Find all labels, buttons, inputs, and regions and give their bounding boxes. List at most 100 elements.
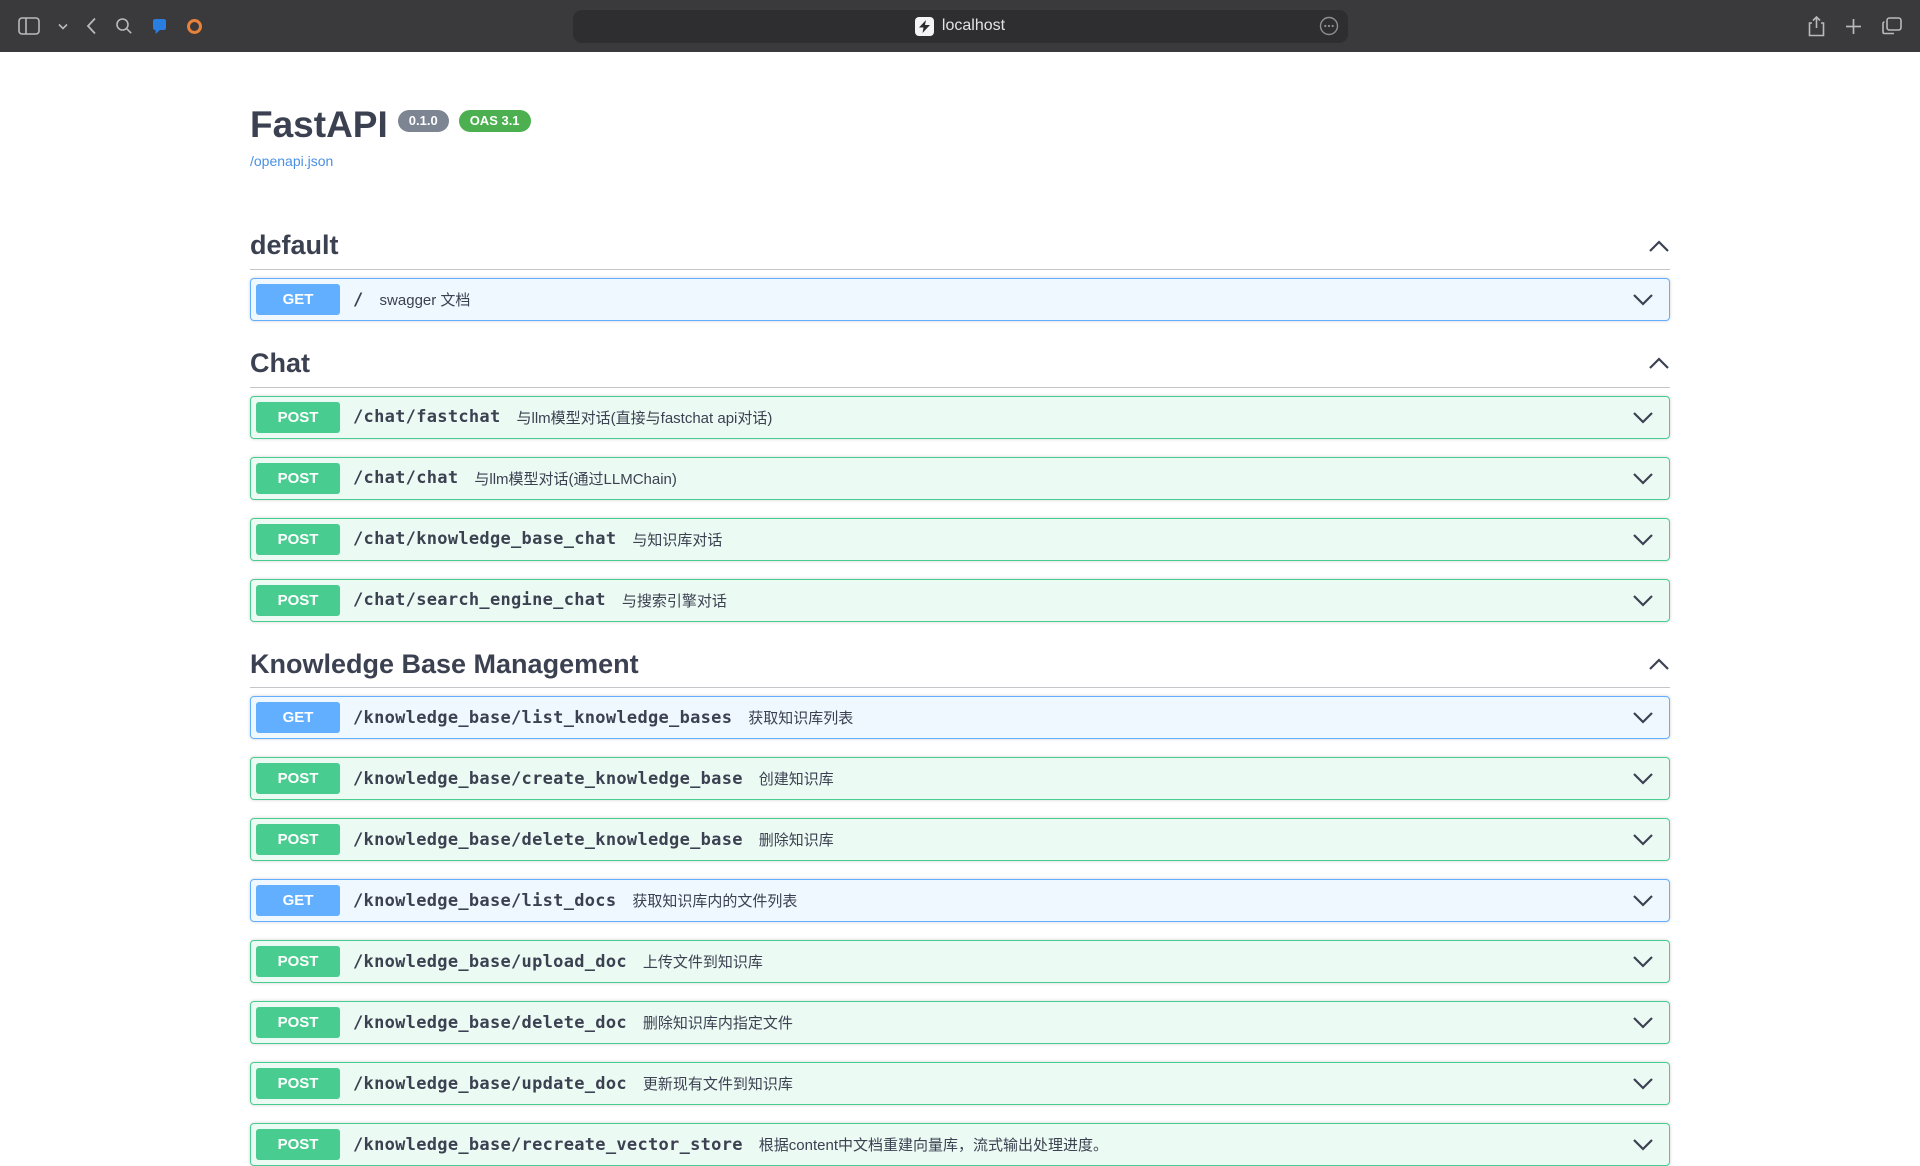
operation-summary: 删除知识库内指定文件 (643, 1012, 793, 1033)
section-header-chat[interactable]: Chat (250, 339, 1670, 388)
chevron-down-icon (1632, 472, 1654, 485)
method-badge: POST (256, 1007, 340, 1038)
operation-path: /knowledge_base/delete_knowledge_base (353, 830, 743, 850)
chevron-down-icon (1632, 955, 1654, 968)
operation-row[interactable]: GET /knowledge_base/list_knowledge_bases… (250, 696, 1670, 739)
operation-row[interactable]: GET /knowledge_base/list_docs 获取知识库内的文件列… (250, 879, 1670, 922)
operation-summary: 创建知识库 (759, 768, 834, 789)
method-badge: POST (256, 463, 340, 494)
operation-path: /knowledge_base/recreate_vector_store (353, 1135, 743, 1155)
search-icon (115, 17, 133, 35)
api-info: FastAPI 0.1.0 OAS 3.1 /openapi.json (250, 103, 1670, 171)
operation-row[interactable]: POST /chat/fastchat 与llm模型对话(直接与fastchat… (250, 396, 1670, 439)
operation-row[interactable]: POST /knowledge_base/update_doc 更新现有文件到知… (250, 1062, 1670, 1105)
sidebar-icon (18, 17, 40, 35)
method-badge: GET (256, 284, 340, 315)
chevron-down-icon (1632, 711, 1654, 724)
section-header-knowledge-base-management[interactable]: Knowledge Base Management (250, 640, 1670, 689)
sidebar-menu-button[interactable] (58, 23, 68, 30)
operation-path: /knowledge_base/list_docs (353, 891, 616, 911)
operation-row[interactable]: POST /chat/knowledge_base_chat 与知识库对话 (250, 518, 1670, 561)
method-badge: POST (256, 402, 340, 433)
version-badge: 0.1.0 (398, 110, 449, 132)
operation-row[interactable]: GET / swagger 文档 (250, 278, 1670, 321)
page-menu-icon[interactable] (1319, 16, 1339, 36)
operation-summary: 与llm模型对话(直接与fastchat api对话) (517, 407, 773, 428)
operation-row[interactable]: POST /knowledge_base/create_knowledge_ba… (250, 757, 1670, 800)
method-badge: POST (256, 524, 340, 555)
operation-summary: 删除知识库 (759, 829, 834, 850)
method-badge: POST (256, 1129, 340, 1160)
search-button[interactable] (115, 17, 133, 35)
browser-chrome: localhost (0, 0, 1920, 52)
operation-path: /chat/chat (353, 468, 458, 488)
chevron-down-icon (58, 23, 68, 30)
back-icon (86, 17, 97, 35)
site-favicon-icon (915, 17, 934, 36)
sidebar-toggle-button[interactable] (18, 17, 40, 35)
operation-summary: 获取知识库内的文件列表 (632, 890, 797, 911)
method-badge: POST (256, 1068, 340, 1099)
operation-path: /knowledge_base/list_knowledge_bases (353, 708, 732, 728)
method-badge: POST (256, 946, 340, 977)
operation-summary: swagger 文档 (380, 289, 471, 310)
operation-path: /knowledge_base/update_doc (353, 1074, 627, 1094)
chevron-down-icon (1632, 833, 1654, 846)
operation-summary: 更新现有文件到知识库 (643, 1073, 793, 1094)
operation-row[interactable]: POST /chat/search_engine_chat 与搜索引擎对话 (250, 579, 1670, 622)
chevron-down-icon (1632, 1077, 1654, 1090)
back-button[interactable] (86, 17, 97, 35)
oas-badge: OAS 3.1 (459, 110, 531, 132)
chevron-down-icon (1632, 1138, 1654, 1151)
chevron-down-icon (1632, 1016, 1654, 1029)
operation-row[interactable]: POST /knowledge_base/upload_doc 上传文件到知识库 (250, 940, 1670, 983)
operation-path: /chat/fastchat (353, 407, 501, 427)
operation-path: /knowledge_base/upload_doc (353, 952, 627, 972)
chevron-down-icon (1632, 772, 1654, 785)
blue-extension-button[interactable] (151, 18, 168, 35)
operation-row[interactable]: POST /knowledge_base/recreate_vector_sto… (250, 1123, 1670, 1166)
url-bar[interactable]: localhost (573, 10, 1348, 43)
section-header-default[interactable]: default (250, 221, 1670, 270)
operation-path: /chat/search_engine_chat (353, 590, 606, 610)
operation-summary: 上传文件到知识库 (643, 951, 763, 972)
share-icon (1808, 16, 1825, 37)
section-title: default (250, 231, 339, 261)
url-text: localhost (942, 17, 1005, 35)
chevron-down-icon (1632, 894, 1654, 907)
new-tab-button[interactable] (1845, 18, 1862, 35)
section-default: default GET / swagger 文档 (250, 221, 1670, 321)
api-title: FastAPI (250, 103, 388, 147)
chevron-down-icon (1632, 594, 1654, 607)
operation-row[interactable]: POST /chat/chat 与llm模型对话(通过LLMChain) (250, 457, 1670, 500)
operation-summary: 与llm模型对话(通过LLMChain) (474, 468, 677, 489)
method-badge: GET (256, 702, 340, 733)
operation-summary: 获取知识库列表 (748, 707, 853, 728)
chevron-down-icon (1632, 533, 1654, 546)
toolbar-left (18, 0, 203, 52)
section-chat: Chat POST /chat/fastchat 与llm模型对话(直接与fas… (250, 339, 1670, 622)
method-badge: POST (256, 824, 340, 855)
operation-summary: 与知识库对话 (632, 529, 722, 550)
openapi-json-link[interactable]: /openapi.json (250, 153, 333, 169)
new-tab-icon (1845, 18, 1862, 35)
chevron-up-icon (1648, 357, 1670, 370)
swagger-ui: FastAPI 0.1.0 OAS 3.1 /openapi.json defa… (250, 52, 1670, 1166)
operation-path: / (353, 290, 364, 310)
tab-overview-icon (1882, 17, 1902, 35)
tab-overview-button[interactable] (1882, 17, 1902, 35)
section-title: Knowledge Base Management (250, 650, 639, 680)
operation-path: /chat/knowledge_base_chat (353, 529, 616, 549)
toolbar-right (1808, 0, 1902, 52)
chevron-down-icon (1632, 293, 1654, 306)
orange-extension-button[interactable] (186, 18, 203, 35)
section-knowledge-base-management: Knowledge Base Management GET /knowledge… (250, 640, 1670, 1166)
share-button[interactable] (1808, 16, 1825, 37)
operation-summary: 根据content中文档重建向量库，流式输出处理进度。 (759, 1134, 1108, 1155)
operation-row[interactable]: POST /knowledge_base/delete_knowledge_ba… (250, 818, 1670, 861)
chevron-up-icon (1648, 240, 1670, 253)
section-title: Chat (250, 349, 310, 379)
operation-path: /knowledge_base/delete_doc (353, 1013, 627, 1033)
chevron-up-icon (1648, 658, 1670, 671)
operation-row[interactable]: POST /knowledge_base/delete_doc 删除知识库内指定… (250, 1001, 1670, 1044)
